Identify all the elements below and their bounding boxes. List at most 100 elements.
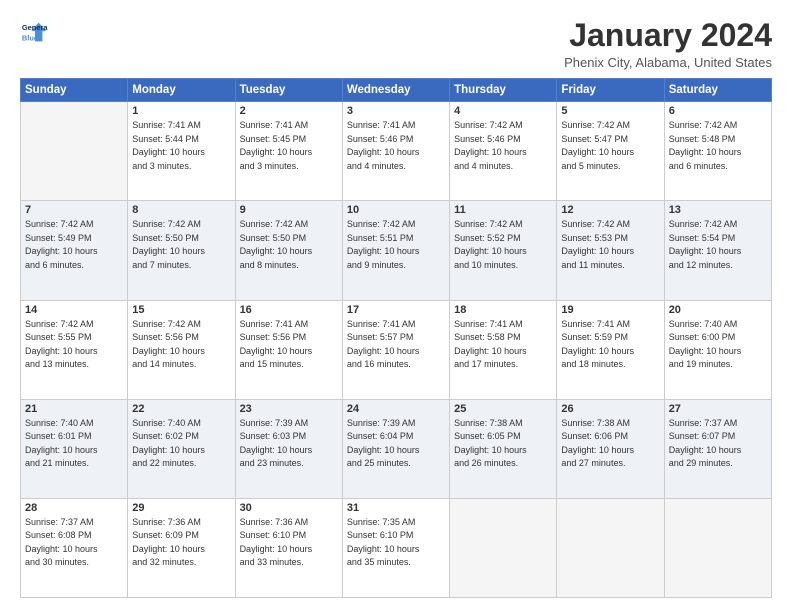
day-number: 19 bbox=[561, 304, 659, 316]
day-info: Sunrise: 7:37 AM Sunset: 6:08 PM Dayligh… bbox=[25, 516, 123, 570]
day-info: Sunrise: 7:42 AM Sunset: 5:53 PM Dayligh… bbox=[561, 218, 659, 272]
svg-text:General: General bbox=[22, 23, 48, 32]
day-info: Sunrise: 7:35 AM Sunset: 6:10 PM Dayligh… bbox=[347, 516, 445, 570]
day-number: 12 bbox=[561, 204, 659, 216]
logo: General Blue bbox=[20, 18, 50, 46]
calendar-cell: 14 Sunrise: 7:42 AM Sunset: 5:55 PM Dayli… bbox=[21, 300, 128, 399]
day-number: 17 bbox=[347, 304, 445, 316]
day-number: 16 bbox=[240, 304, 338, 316]
calendar-cell: 27Sunrise: 7:37 AM Sunset: 6:07 PM Dayli… bbox=[664, 399, 771, 498]
day-number: 11 bbox=[454, 204, 552, 216]
calendar-cell: 7Sunrise: 7:42 AM Sunset: 5:49 PM Daylig… bbox=[21, 201, 128, 300]
location: Phenix City, Alabama, United States bbox=[564, 55, 772, 70]
day-number: 24 bbox=[347, 403, 445, 415]
day-info: Sunrise: 7:42 AM Sunset: 5:50 PM Dayligh… bbox=[240, 218, 338, 272]
calendar-cell: 5 Sunrise: 7:42 AM Sunset: 5:47 PM Daylig… bbox=[557, 102, 664, 201]
calendar-cell: 2 Sunrise: 7:41 AM Sunset: 5:45 PM Daylig… bbox=[235, 102, 342, 201]
day-number: 9 bbox=[240, 204, 338, 216]
col-monday: Monday bbox=[128, 79, 235, 102]
day-number: 21 bbox=[25, 403, 123, 415]
day-number: 3 bbox=[347, 105, 445, 117]
calendar-cell: 25 Sunrise: 7:38 AM Sunset: 6:05 PM Dayli… bbox=[450, 399, 557, 498]
col-saturday: Saturday bbox=[664, 79, 771, 102]
day-info: Sunrise: 7:42 AM Sunset: 5:46 PM Dayligh… bbox=[454, 119, 552, 173]
header: General Blue January 2024 Phenix City, A… bbox=[20, 18, 772, 70]
day-info: Sunrise: 7:42 AM Sunset: 5:55 PM Dayligh… bbox=[25, 318, 123, 372]
day-number: 8 bbox=[132, 204, 230, 216]
calendar-cell: 22 Sunrise: 7:40 AM Sunset: 6:02 PM Dayli… bbox=[128, 399, 235, 498]
calendar-cell: 19Sunrise: 7:41 AM Sunset: 5:59 PM Dayli… bbox=[557, 300, 664, 399]
day-info: Sunrise: 7:41 AM Sunset: 5:46 PM Dayligh… bbox=[347, 119, 445, 173]
calendar-cell bbox=[664, 498, 771, 597]
day-info: Sunrise: 7:39 AM Sunset: 6:04 PM Dayligh… bbox=[347, 417, 445, 471]
day-info: Sunrise: 7:38 AM Sunset: 6:05 PM Dayligh… bbox=[454, 417, 552, 471]
calendar-cell: 1 Sunrise: 7:41 AM Sunset: 5:44 PM Daylig… bbox=[128, 102, 235, 201]
day-info: Sunrise: 7:42 AM Sunset: 5:51 PM Dayligh… bbox=[347, 218, 445, 272]
col-thursday: Thursday bbox=[450, 79, 557, 102]
day-info: Sunrise: 7:42 AM Sunset: 5:47 PM Dayligh… bbox=[561, 119, 659, 173]
day-info: Sunrise: 7:39 AM Sunset: 6:03 PM Dayligh… bbox=[240, 417, 338, 471]
day-info: Sunrise: 7:36 AM Sunset: 6:10 PM Dayligh… bbox=[240, 516, 338, 570]
day-info: Sunrise: 7:41 AM Sunset: 5:44 PM Dayligh… bbox=[132, 119, 230, 173]
calendar-cell: 16Sunrise: 7:41 AM Sunset: 5:56 PM Dayli… bbox=[235, 300, 342, 399]
page: General Blue January 2024 Phenix City, A… bbox=[0, 0, 792, 612]
day-number: 26 bbox=[561, 403, 659, 415]
calendar-cell: 28 Sunrise: 7:37 AM Sunset: 6:08 PM Dayli… bbox=[21, 498, 128, 597]
day-number: 7 bbox=[25, 204, 123, 216]
day-number: 4 bbox=[454, 105, 552, 117]
calendar-cell: 21Sunrise: 7:40 AM Sunset: 6:01 PM Dayli… bbox=[21, 399, 128, 498]
day-info: Sunrise: 7:40 AM Sunset: 6:00 PM Dayligh… bbox=[669, 318, 767, 372]
day-number: 13 bbox=[669, 204, 767, 216]
month-title: January 2024 bbox=[564, 18, 772, 53]
day-number: 28 bbox=[25, 502, 123, 514]
day-number: 22 bbox=[132, 403, 230, 415]
day-info: Sunrise: 7:42 AM Sunset: 5:50 PM Dayligh… bbox=[132, 218, 230, 272]
day-number: 2 bbox=[240, 105, 338, 117]
day-number: 31 bbox=[347, 502, 445, 514]
day-number: 10 bbox=[347, 204, 445, 216]
col-sunday: Sunday bbox=[21, 79, 128, 102]
calendar-cell: 17 Sunrise: 7:41 AM Sunset: 5:57 PM Dayli… bbox=[342, 300, 449, 399]
calendar-cell: 29 Sunrise: 7:36 AM Sunset: 6:09 PM Dayli… bbox=[128, 498, 235, 597]
week-row-1: 7Sunrise: 7:42 AM Sunset: 5:49 PM Daylig… bbox=[21, 201, 772, 300]
day-number: 14 bbox=[25, 304, 123, 316]
col-wednesday: Wednesday bbox=[342, 79, 449, 102]
day-number: 25 bbox=[454, 403, 552, 415]
col-friday: Friday bbox=[557, 79, 664, 102]
week-row-2: 14 Sunrise: 7:42 AM Sunset: 5:55 PM Dayli… bbox=[21, 300, 772, 399]
day-number: 1 bbox=[132, 105, 230, 117]
calendar-cell: 9 Sunrise: 7:42 AM Sunset: 5:50 PM Daylig… bbox=[235, 201, 342, 300]
title-block: January 2024 Phenix City, Alabama, Unite… bbox=[564, 18, 772, 70]
day-info: Sunrise: 7:41 AM Sunset: 5:45 PM Dayligh… bbox=[240, 119, 338, 173]
calendar-cell: 4 Sunrise: 7:42 AM Sunset: 5:46 PM Daylig… bbox=[450, 102, 557, 201]
week-row-0: 1 Sunrise: 7:41 AM Sunset: 5:44 PM Daylig… bbox=[21, 102, 772, 201]
calendar-cell: 26Sunrise: 7:38 AM Sunset: 6:06 PM Dayli… bbox=[557, 399, 664, 498]
calendar-table: Sunday Monday Tuesday Wednesday Thursday… bbox=[20, 78, 772, 598]
week-row-3: 21Sunrise: 7:40 AM Sunset: 6:01 PM Dayli… bbox=[21, 399, 772, 498]
day-info: Sunrise: 7:36 AM Sunset: 6:09 PM Dayligh… bbox=[132, 516, 230, 570]
day-number: 15 bbox=[132, 304, 230, 316]
calendar-cell: 11Sunrise: 7:42 AM Sunset: 5:52 PM Dayli… bbox=[450, 201, 557, 300]
day-number: 29 bbox=[132, 502, 230, 514]
calendar-cell: 30 Sunrise: 7:36 AM Sunset: 6:10 PM Dayli… bbox=[235, 498, 342, 597]
calendar-cell: 24 Sunrise: 7:39 AM Sunset: 6:04 PM Dayli… bbox=[342, 399, 449, 498]
day-number: 6 bbox=[669, 105, 767, 117]
day-info: Sunrise: 7:41 AM Sunset: 5:57 PM Dayligh… bbox=[347, 318, 445, 372]
calendar-cell: 8 Sunrise: 7:42 AM Sunset: 5:50 PM Daylig… bbox=[128, 201, 235, 300]
day-info: Sunrise: 7:40 AM Sunset: 6:02 PM Dayligh… bbox=[132, 417, 230, 471]
calendar-cell: 3 Sunrise: 7:41 AM Sunset: 5:46 PM Daylig… bbox=[342, 102, 449, 201]
calendar-cell bbox=[450, 498, 557, 597]
calendar-cell: 15 Sunrise: 7:42 AM Sunset: 5:56 PM Dayli… bbox=[128, 300, 235, 399]
day-number: 18 bbox=[454, 304, 552, 316]
calendar-cell bbox=[21, 102, 128, 201]
day-info: Sunrise: 7:42 AM Sunset: 5:56 PM Dayligh… bbox=[132, 318, 230, 372]
day-number: 20 bbox=[669, 304, 767, 316]
calendar-header-row: Sunday Monday Tuesday Wednesday Thursday… bbox=[21, 79, 772, 102]
day-number: 30 bbox=[240, 502, 338, 514]
day-info: Sunrise: 7:41 AM Sunset: 5:58 PM Dayligh… bbox=[454, 318, 552, 372]
calendar-cell: 31 Sunrise: 7:35 AM Sunset: 6:10 PM Dayli… bbox=[342, 498, 449, 597]
day-info: Sunrise: 7:42 AM Sunset: 5:54 PM Dayligh… bbox=[669, 218, 767, 272]
day-number: 27 bbox=[669, 403, 767, 415]
day-info: Sunrise: 7:42 AM Sunset: 5:48 PM Dayligh… bbox=[669, 119, 767, 173]
day-number: 5 bbox=[561, 105, 659, 117]
